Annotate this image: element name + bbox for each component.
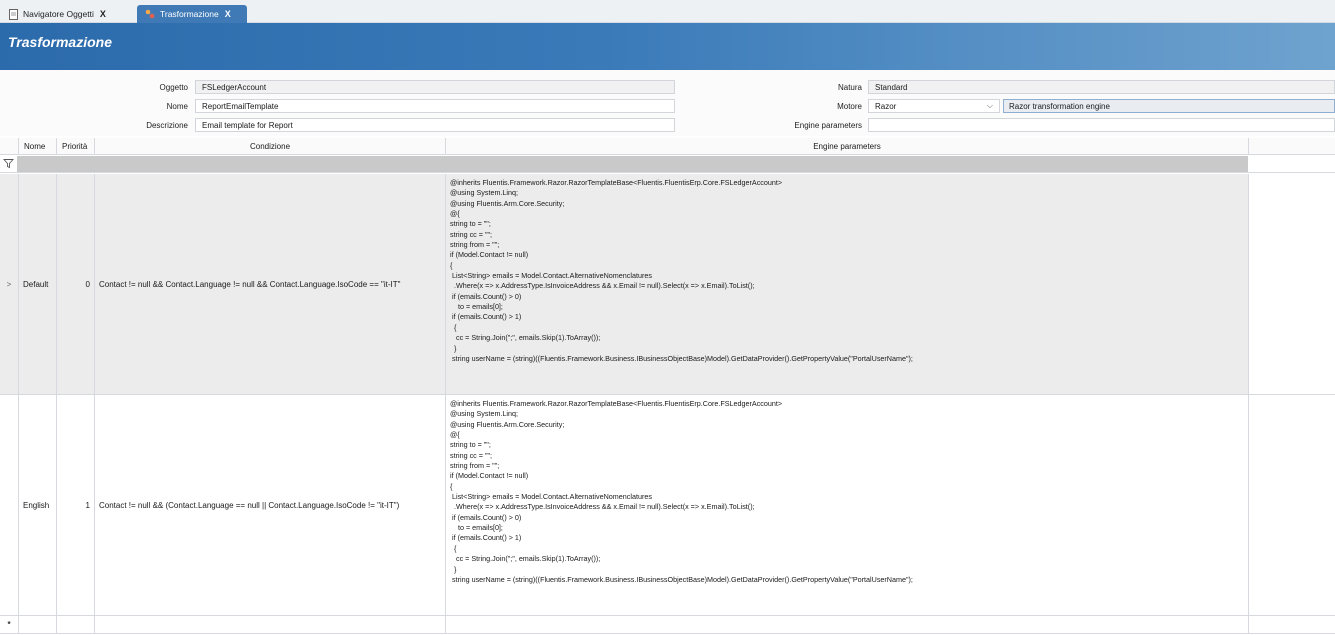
cell-nome[interactable]: Default [19,174,57,394]
row-expander[interactable] [0,395,19,615]
column-header-engine-parameters[interactable]: Engine parameters [446,138,1249,155]
new-row-marker: * [0,616,19,633]
column-header-nome[interactable]: Nome [19,138,57,155]
chevron-down-icon[interactable]: ⌵ [987,101,993,111]
table-row[interactable]: > Default 0 Contact != null && Contact.L… [0,174,1335,395]
filter-icon[interactable] [3,158,14,169]
cell-empty [1249,174,1335,394]
motore-value: Razor [875,102,897,111]
cell-condizione[interactable] [95,616,446,633]
table-row[interactable]: English 1 Contact != null && (Contact.La… [0,395,1335,616]
nome-field[interactable]: ReportEmailTemplate [195,99,675,113]
transform-icon [145,9,155,20]
close-icon[interactable]: X [100,9,106,19]
engine-parameters-field[interactable] [868,118,1335,132]
motore-description: Razor transformation engine [1003,99,1335,113]
column-header-priorita[interactable]: Priorità [57,138,95,155]
cell-nome[interactable] [19,616,57,633]
cell-engine-parameters[interactable] [446,616,1249,633]
column-header-empty [1249,138,1335,155]
cell-nome[interactable]: English [19,395,57,615]
oggetto-label: Oggetto [159,83,188,92]
natura-field[interactable]: Standard [868,80,1335,94]
descrizione-field[interactable]: Email template for Report [195,118,675,132]
header-banner: Trasformazione [0,23,1335,70]
filter-row[interactable] [0,155,1335,173]
cell-empty [1249,395,1335,615]
motore-select[interactable]: Razor ⌵ [868,99,1000,113]
row-header-corner [0,138,19,155]
engine-parameters-label: Engine parameters [794,121,862,130]
natura-label: Natura [837,83,862,92]
cell-priorita[interactable] [57,616,95,633]
new-row[interactable]: * [0,616,1335,634]
close-icon[interactable]: X [225,9,231,19]
tab-trasformazione[interactable]: Trasformazione X [137,5,247,23]
tab-label: Trasformazione [160,9,219,19]
tab-label: Navigatore Oggetti [23,9,94,19]
document-icon [8,8,18,20]
engine-parameters-code: @inherits Fluentis.Framework.Razor.Razor… [450,399,913,584]
tab-navigatore-oggetti[interactable]: Navigatore Oggetti X [0,5,130,23]
row-expander[interactable]: > [0,174,19,394]
nome-label: Nome [166,102,188,111]
page-title: Trasformazione [8,34,112,50]
transformation-grid: Nome Priorità Condizione Engine paramete… [0,138,1335,635]
form-panel: Oggetto FSLedgerAccount Nome ReportEmail… [0,70,1335,136]
oggetto-field[interactable]: FSLedgerAccount [195,80,675,94]
cell-condizione[interactable]: Contact != null && Contact.Language != n… [95,174,446,394]
cell-priorita[interactable]: 1 [57,395,95,615]
engine-parameters-code: @inherits Fluentis.Framework.Razor.Razor… [450,178,913,363]
cell-priorita[interactable]: 0 [57,174,95,394]
cell-condizione[interactable]: Contact != null && (Contact.Language == … [95,395,446,615]
descrizione-label: Descrizione [146,121,188,130]
motore-label: Motore [837,102,862,111]
column-header-condizione[interactable]: Condizione [95,138,446,155]
tab-strip: Navigatore Oggetti X Trasformazione X [0,0,1335,23]
filter-bar[interactable] [17,156,1248,172]
